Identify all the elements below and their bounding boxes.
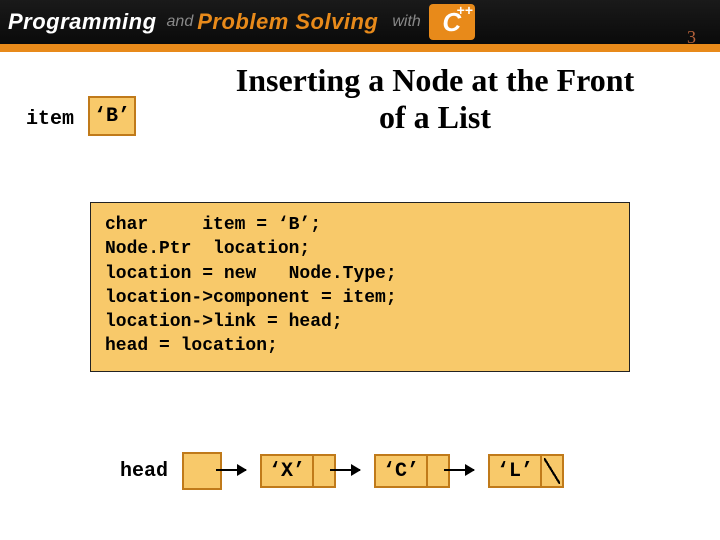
code-text: char item = ‘B’; Node.Ptr location; loca…	[105, 213, 615, 359]
node-pointer-null	[540, 454, 564, 488]
header-and: and	[167, 13, 194, 31]
header-strip	[0, 44, 720, 52]
node-pointer	[426, 454, 450, 488]
slide-content: Inserting a Node at the Front of a List …	[0, 52, 720, 62]
item-value-box: ‘B’	[88, 96, 136, 136]
head-pointer-box	[182, 452, 222, 490]
list-node: ‘X’	[260, 454, 336, 488]
node-value: ‘X’	[260, 454, 312, 488]
arrow-icon	[216, 469, 246, 471]
linked-list-row: head ‘X’ ‘C’ ‘L’	[120, 452, 564, 490]
title-line-2: of a List	[379, 99, 491, 135]
cpp-badge-plus: ++	[456, 2, 472, 18]
slide-title: Inserting a Node at the Front of a List	[170, 62, 700, 136]
node-value: ‘C’	[374, 454, 426, 488]
header-with: with	[392, 13, 420, 31]
header-word-programming: Programming	[8, 9, 157, 35]
arrow-icon	[444, 469, 474, 471]
header-bar: Programming and Problem Solving with C +…	[0, 0, 720, 44]
cpp-badge: C ++	[429, 4, 475, 40]
node-value: ‘L’	[488, 454, 540, 488]
arrow-icon	[330, 469, 360, 471]
head-label: head	[120, 460, 168, 483]
list-node: ‘L’	[488, 454, 564, 488]
header-word-problem-solving: Problem Solving	[197, 9, 378, 35]
list-node: ‘C’	[374, 454, 450, 488]
page-number: 3	[687, 27, 696, 48]
code-box: char item = ‘B’; Node.Ptr location; loca…	[90, 202, 630, 372]
title-line-1: Inserting a Node at the Front	[236, 62, 635, 98]
item-label: item	[26, 108, 74, 131]
node-pointer	[312, 454, 336, 488]
